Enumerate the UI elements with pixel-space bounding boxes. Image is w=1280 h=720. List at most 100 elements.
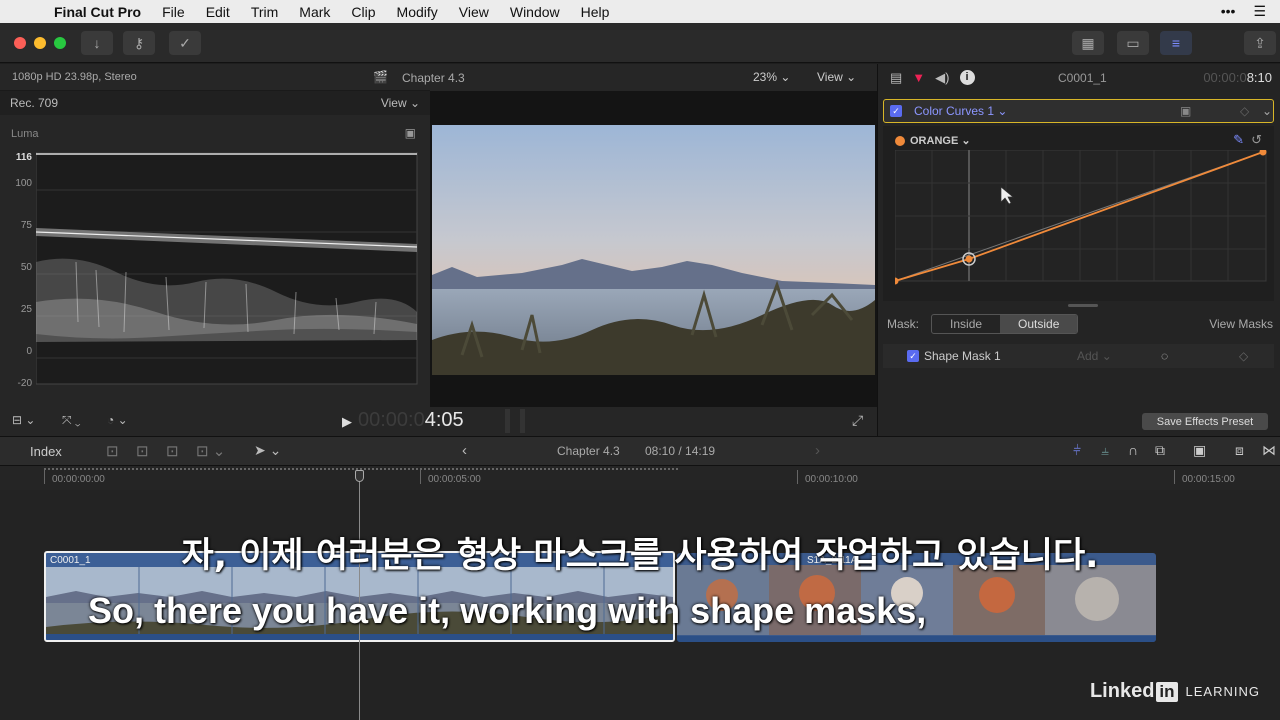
timeline-duration: 08:10 / 14:19 (645, 444, 716, 458)
add-mask-menu[interactable]: Add ⌄ (1077, 349, 1112, 363)
menu-window[interactable]: Window (510, 4, 560, 20)
share-button[interactable]: ⇪ (1244, 31, 1276, 55)
overlay-icon[interactable]: ⊟ ⌄ (12, 413, 35, 427)
effect-enable-checkbox[interactable]: ✓ (890, 105, 902, 117)
viewer-controls: ⊟ ⌄ ⤧ ⌄ ◔ ⌄ ▶ 00:00:04:05 ⤢ (0, 407, 877, 436)
solo-icon[interactable]: ⧉ (1155, 442, 1165, 459)
check-circle-icon: ✓ (179, 34, 191, 51)
more-icon[interactable]: ••• (1221, 3, 1236, 20)
viewer-view-menu[interactable]: View ⌄ (817, 70, 856, 84)
timeline-ruler[interactable]: 00:00:00:00 00:00:05:00 00:00:10:00 00:0… (0, 466, 1280, 490)
grid-icon: ▦ (1081, 34, 1095, 51)
keywords-button[interactable]: ⚷ (123, 31, 155, 55)
timeline-toggle-button[interactable]: ▭ (1117, 31, 1149, 55)
color-curves-effect-header[interactable]: ✓ Color Curves 1 ⌄ ▣ ◇ ⌄ (883, 99, 1274, 123)
timeline-project-name: Chapter 4.3 (557, 444, 620, 458)
history-back-icon[interactable]: ‹ (462, 442, 467, 459)
scope-view-menu[interactable]: View ⌄ (381, 96, 420, 110)
list-icon[interactable]: ☰ (1253, 3, 1266, 20)
y-tick: 50 (20, 262, 32, 273)
menu-clip[interactable]: Clip (351, 4, 375, 20)
view-masks-button[interactable]: View Masks (1209, 317, 1273, 331)
info-icon[interactable]: i (959, 70, 975, 85)
playhead-marker-icon[interactable] (355, 470, 364, 482)
mask-inside-outside-toggle[interactable]: Inside Outside (931, 314, 1079, 334)
select-tool-icon[interactable]: ➤ ⌄ (254, 442, 281, 459)
timeline-icon: ▭ (1126, 34, 1140, 51)
import-button[interactable]: ↓ (81, 31, 113, 55)
menu-bar: Final Cut Pro File Edit Trim Mark Clip M… (0, 0, 1280, 23)
history-forward-icon[interactable]: › (815, 442, 820, 459)
chevron-down-icon[interactable]: ⌄ (1262, 104, 1272, 118)
save-effects-preset-button[interactable]: Save Effects Preset (1142, 413, 1268, 430)
curve-channel-selector[interactable]: ORANGE ⌄ (895, 134, 971, 147)
curve-graph[interactable] (895, 150, 1270, 285)
connect-clip-icon[interactable]: ⊡ (106, 442, 119, 460)
audio-icon[interactable]: ◀) (935, 70, 949, 86)
snapping-icon[interactable]: ▣ (1193, 442, 1206, 459)
menu-mark[interactable]: Mark (299, 4, 330, 20)
colorspace-label: Rec. 709 (10, 96, 59, 110)
shape-mask-row[interactable]: ✓ Shape Mask 1 Add ⌄ ◌ ◇ (883, 344, 1274, 368)
minimize-window-button[interactable] (34, 37, 46, 49)
mask-shape-icon[interactable]: ◌ (1161, 349, 1168, 363)
clip-appearance-icon[interactable]: ⧈ (1235, 442, 1244, 459)
y-tick: 75 (20, 220, 32, 231)
inspector-footer: Save Effects Preset (877, 407, 1280, 436)
keyframe-icon[interactable]: ◇ (1240, 104, 1249, 118)
shape-mask-checkbox[interactable]: ✓ (907, 350, 919, 362)
scope-settings-icon[interactable]: ▣ (405, 126, 416, 140)
timecode-display[interactable]: 00:00:04:05 (358, 409, 464, 432)
append-clip-icon[interactable]: ⊡ (166, 442, 179, 460)
effects-browser-icon[interactable]: ⋈ (1262, 442, 1276, 459)
fullscreen-icon[interactable]: ⤢ (852, 412, 863, 429)
scope-type-label: Luma (11, 128, 39, 140)
eyedropper-icon[interactable]: ✎ (1233, 132, 1244, 148)
audio-meter (505, 409, 525, 433)
download-icon: ↓ (93, 35, 101, 51)
timeline-index-button[interactable]: Index (30, 444, 62, 459)
menu-help[interactable]: Help (581, 4, 610, 20)
linkedin-learning-logo: Linked in LEARNING (1089, 680, 1260, 702)
inspector-toggle-button[interactable]: ≡ (1160, 31, 1192, 55)
menu-edit[interactable]: Edit (206, 4, 230, 20)
menu-modify[interactable]: Modify (397, 4, 438, 20)
y-tick: 25 (20, 304, 32, 315)
mask-icon[interactable]: ▣ (1180, 104, 1191, 118)
headphones-icon[interactable]: ∩ (1128, 442, 1138, 458)
speed-icon[interactable]: ◔ ⌄ (107, 413, 128, 427)
audio-skimming-icon[interactable]: ⫨ (1101, 442, 1109, 459)
keyframe-icon[interactable]: ◇ (1239, 349, 1248, 363)
film-icon[interactable]: ▤ (890, 70, 902, 86)
mask-inside-button[interactable]: Inside (932, 315, 1000, 333)
insert-clip-icon[interactable]: ⊡ (136, 442, 149, 460)
menu-trim[interactable]: Trim (251, 4, 278, 20)
reset-icon[interactable]: ↺ (1251, 132, 1262, 148)
clip-skimming-icon[interactable]: ⫩ (1073, 442, 1081, 459)
clapper-icon-glyph: 🎬 (373, 70, 388, 84)
effect-name-menu[interactable]: Color Curves 1 ⌄ (914, 104, 1007, 118)
browser-toggle-button[interactable]: ▦ (1072, 31, 1104, 55)
viewer-project-name: Chapter 4.3 (402, 71, 465, 85)
menu-view[interactable]: View (459, 4, 489, 20)
transform-tools-icon[interactable]: ⤧ ⌄ (62, 413, 81, 428)
curve-editor[interactable]: ORANGE ⌄ ✎ ↺ (883, 126, 1274, 301)
orange-swatch-icon (895, 135, 905, 146)
zoom-window-button[interactable] (54, 37, 66, 49)
menu-app[interactable]: Final Cut Pro (54, 4, 141, 20)
play-icon[interactable]: ▶ (342, 414, 352, 430)
waveform-display (36, 152, 418, 385)
key-icon: ⚷ (133, 34, 145, 51)
background-tasks-button[interactable]: ✓ (169, 31, 201, 55)
panel-resize-handle[interactable] (1068, 304, 1098, 307)
menu-file[interactable]: File (162, 4, 185, 20)
zoom-menu[interactable]: 23% ⌄ (753, 70, 790, 84)
video-frame (432, 125, 875, 375)
timeline-toolbar: Index ⊡ ⊡ ⊡ ⊡ ⌄ ➤ ⌄ ‹ Chapter 4.3 08:10 … (0, 436, 1280, 466)
ruler-mark: 00:00:05:00 (428, 474, 481, 485)
mask-outside-button[interactable]: Outside (1000, 315, 1078, 333)
overwrite-clip-icon[interactable]: ⊡ ⌄ (196, 442, 225, 460)
y-tick: 116 (15, 152, 32, 163)
color-icon[interactable]: ▼ (912, 70, 925, 85)
close-window-button[interactable] (14, 37, 26, 49)
